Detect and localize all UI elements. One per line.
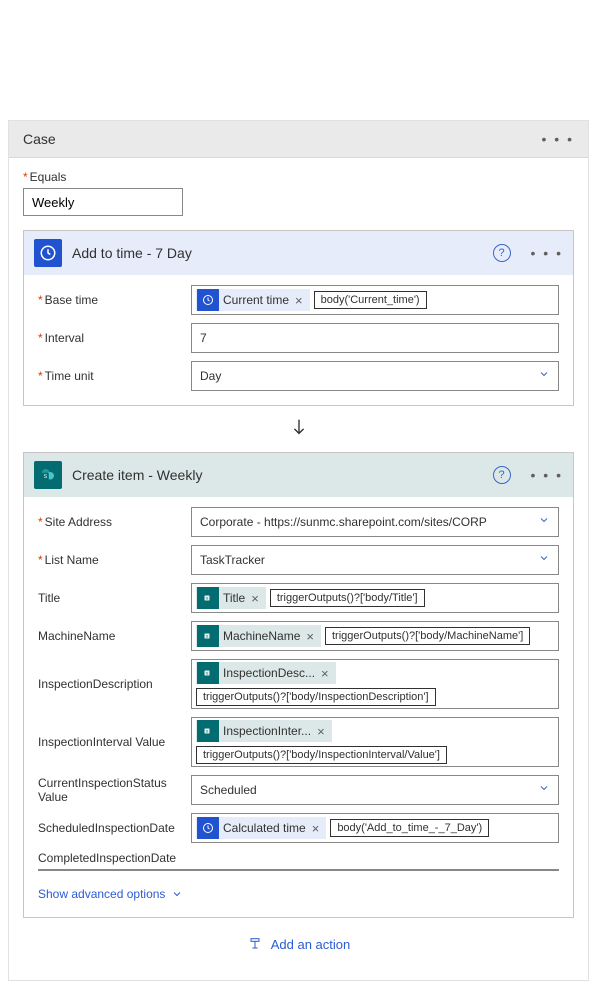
base-time-label-wrap: *Base time xyxy=(38,293,183,307)
case-header: Case • • • xyxy=(9,121,588,158)
help-icon[interactable]: ? xyxy=(493,244,511,262)
list-name-select[interactable]: TaskTracker xyxy=(191,545,559,575)
help-icon[interactable]: ? xyxy=(493,466,511,484)
chevron-down-icon xyxy=(538,513,550,531)
completeddate-input[interactable] xyxy=(38,869,559,871)
machinename-token[interactable]: S MachineName × xyxy=(196,625,321,647)
case-title: Case xyxy=(23,131,56,147)
clock-icon xyxy=(197,289,219,311)
token-remove-icon[interactable]: × xyxy=(306,629,314,644)
svg-text:S: S xyxy=(206,634,209,639)
svg-text:S: S xyxy=(206,671,209,676)
list-name-label: List Name xyxy=(45,553,99,567)
chevron-down-icon xyxy=(538,551,550,569)
current-time-token[interactable]: Current time × xyxy=(196,289,310,311)
flow-arrow-icon xyxy=(23,416,574,438)
token-label: MachineName xyxy=(223,629,300,643)
chevron-down-icon xyxy=(171,888,183,900)
scheduledate-label: ScheduledInspectionDate xyxy=(38,821,183,835)
expr-tooltip: triggerOutputs()?['body/Title'] xyxy=(270,589,425,607)
token-remove-icon[interactable]: × xyxy=(251,591,259,606)
expr-tooltip: triggerOutputs()?['body/MachineName'] xyxy=(325,627,530,645)
expr-tooltip: body('Add_to_time_-_7_Day') xyxy=(330,819,489,837)
equals-label-row: *Equals xyxy=(23,170,574,184)
calculated-time-token[interactable]: Calculated time × xyxy=(196,817,326,839)
add-action-icon xyxy=(247,936,263,952)
machinename-input[interactable]: S MachineName × triggerOutputs()?['body/… xyxy=(191,621,559,651)
inspectioninterval-input[interactable]: S InspectionInter... × triggerOutputs()?… xyxy=(191,717,559,767)
inspectioninterval-token[interactable]: S InspectionInter... × xyxy=(196,720,332,742)
case-more-menu[interactable]: • • • xyxy=(542,131,574,147)
base-time-label: Base time xyxy=(45,293,98,307)
case-body: *Equals Add to time - 7 Day ? • • • *Bas… xyxy=(9,158,588,980)
add-to-time-title: Add to time - 7 Day xyxy=(72,245,483,261)
title-field-label: Title xyxy=(38,591,183,605)
sharepoint-icon: S xyxy=(197,625,219,647)
clock-icon xyxy=(34,239,62,267)
token-label: Title xyxy=(223,591,245,605)
timeunit-label: Time unit xyxy=(45,369,94,383)
token-remove-icon[interactable]: × xyxy=(295,293,303,308)
token-remove-icon[interactable]: × xyxy=(312,821,320,836)
inspectiondesc-label: InspectionDescription xyxy=(38,677,183,691)
inspectioninterval-label: InspectionInterval Value xyxy=(38,735,183,749)
currentstatus-label: CurrentInspectionStatus Value xyxy=(38,776,183,805)
chevron-down-icon xyxy=(538,781,550,799)
sharepoint-icon: S xyxy=(197,587,219,609)
token-label: Current time xyxy=(223,293,289,307)
timeunit-select[interactable]: Day xyxy=(191,361,559,391)
timeunit-label-wrap: *Time unit xyxy=(38,369,183,383)
sharepoint-icon: S xyxy=(34,461,62,489)
sharepoint-icon: S xyxy=(197,720,219,742)
site-address-label: Site Address xyxy=(45,515,112,529)
machinename-label: MachineName xyxy=(38,629,183,643)
create-item-header[interactable]: S Create item - Weekly ? • • • xyxy=(24,453,573,497)
equals-input[interactable] xyxy=(23,188,183,216)
token-remove-icon[interactable]: × xyxy=(317,724,325,739)
required-star: * xyxy=(23,170,28,184)
clock-icon xyxy=(197,817,219,839)
title-field-input[interactable]: S Title × triggerOutputs()?['body/Title'… xyxy=(191,583,559,613)
scheduledate-input[interactable]: Calculated time × body('Add_to_time_-_7_… xyxy=(191,813,559,843)
expr-tooltip: body('Current_time') xyxy=(314,291,427,309)
show-advanced-options-link[interactable]: Show advanced options xyxy=(38,887,183,901)
token-label: InspectionInter... xyxy=(223,724,311,738)
add-to-time-card: Add to time - 7 Day ? • • • *Base time C… xyxy=(23,230,574,406)
interval-label: Interval xyxy=(45,331,84,345)
token-label: Calculated time xyxy=(223,821,306,835)
svg-text:S: S xyxy=(206,729,209,734)
add-action-button[interactable]: Add an action xyxy=(247,936,351,952)
expr-tooltip: triggerOutputs()?['body/InspectionInterv… xyxy=(196,746,447,764)
token-remove-icon[interactable]: × xyxy=(321,666,329,681)
create-item-title: Create item - Weekly xyxy=(72,467,483,483)
sharepoint-icon: S xyxy=(197,662,219,684)
svg-text:S: S xyxy=(206,596,209,601)
inspectiondesc-token[interactable]: S InspectionDesc... × xyxy=(196,662,336,684)
site-address-select[interactable]: Corporate - https://sunmc.sharepoint.com… xyxy=(191,507,559,537)
expr-tooltip: triggerOutputs()?['body/InspectionDescri… xyxy=(196,688,436,706)
site-address-label-wrap: *Site Address xyxy=(38,515,183,529)
interval-label-wrap: *Interval xyxy=(38,331,183,345)
base-time-input[interactable]: Current time × body('Current_time') xyxy=(191,285,559,315)
interval-input[interactable]: 7 xyxy=(191,323,559,353)
add-to-time-more-menu[interactable]: • • • xyxy=(531,245,563,261)
svg-text:S: S xyxy=(44,474,48,480)
inspectiondesc-input[interactable]: S InspectionDesc... × triggerOutputs()?[… xyxy=(191,659,559,709)
completeddate-label: CompletedInspectionDate xyxy=(38,851,559,865)
token-label: InspectionDesc... xyxy=(223,666,315,680)
equals-label: Equals xyxy=(30,170,67,184)
create-item-card: S Create item - Weekly ? • • • *Site Add… xyxy=(23,452,574,918)
list-name-label-wrap: *List Name xyxy=(38,553,183,567)
chevron-down-icon xyxy=(538,367,550,385)
add-to-time-header[interactable]: Add to time - 7 Day ? • • • xyxy=(24,231,573,275)
create-item-more-menu[interactable]: • • • xyxy=(531,467,563,483)
currentstatus-select[interactable]: Scheduled xyxy=(191,775,559,805)
title-token[interactable]: S Title × xyxy=(196,587,266,609)
